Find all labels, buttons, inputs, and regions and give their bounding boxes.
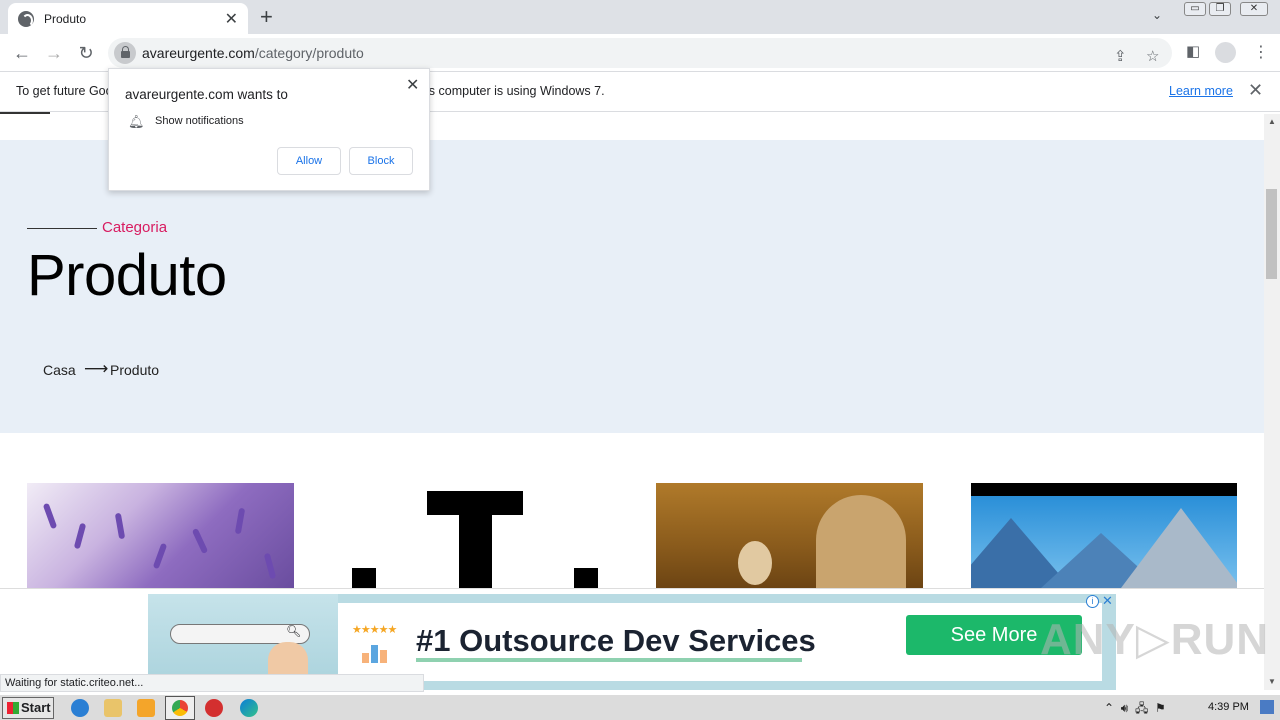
ad-panel: ★★★★★ #1 Outsource Dev Services See More: [338, 603, 1102, 681]
start-label: Start: [21, 700, 51, 715]
ad-info-icon[interactable]: i: [1086, 595, 1099, 608]
kebab-menu-icon[interactable]: ⋮: [1253, 42, 1269, 62]
learn-more-link[interactable]: Learn more: [1169, 84, 1233, 98]
start-button[interactable]: Start: [2, 697, 54, 719]
opera-icon[interactable]: [205, 699, 223, 717]
address-bar[interactable]: avareurgente.com/category/produto ⇪ ☆: [108, 38, 1172, 68]
windows-logo-icon: [7, 702, 19, 714]
minimize-button[interactable]: ▭: [1184, 2, 1206, 16]
url-text[interactable]: avareurgente.com/category/produto: [142, 45, 364, 61]
stars-icon: ★★★★★: [352, 624, 397, 636]
post-thumbnail-lavender[interactable]: [27, 483, 294, 588]
profile-icon[interactable]: [1215, 42, 1236, 63]
globe-icon: [18, 10, 34, 27]
tab-strip: Produto ✕ + ⌄ ▭ ❐ ✕: [0, 0, 1280, 34]
scroll-down-icon[interactable]: ▼: [1268, 677, 1276, 686]
post-thumbnail-statues[interactable]: [656, 483, 923, 588]
block-button[interactable]: Block: [349, 147, 413, 175]
browser-toolbar: ← → ↻ avareurgente.com/category/produto …: [0, 34, 1280, 72]
taskbar-clock[interactable]: 4:39 PM: [1208, 701, 1249, 713]
tab-title: Produto: [44, 11, 87, 26]
post-thumbnail-t-logo[interactable]: [342, 483, 608, 588]
windows-taskbar: Start ⌃ 🔊︎ 🖧 ⚑ 4:39 PM: [0, 694, 1280, 720]
chrome-icon: [172, 700, 188, 716]
category-rule: [27, 228, 97, 229]
taskbar-chrome-active[interactable]: [165, 696, 195, 720]
star-icon[interactable]: ☆: [1146, 47, 1159, 65]
ad-headline-underline: [416, 658, 802, 662]
infobar-close-icon[interactable]: ✕: [1248, 80, 1263, 101]
magnifier-icon: 🔍︎: [286, 624, 302, 638]
prompt-title: avareurgente.com wants to: [125, 87, 288, 102]
scroll-up-icon[interactable]: ▲: [1268, 117, 1276, 126]
url-path: /category/produto: [254, 45, 364, 61]
restore-button[interactable]: ❐: [1209, 2, 1231, 16]
forward-arrow-icon[interactable]: →: [41, 40, 67, 66]
scrollbar-thumb[interactable]: [1266, 189, 1277, 279]
breadcrumb-home-link[interactable]: Casa: [43, 362, 76, 378]
breadcrumb-current: Produto: [110, 362, 160, 378]
edge-icon[interactable]: [240, 699, 258, 717]
system-tray[interactable]: ⌃ 🔊︎ 🖧 ⚑: [1104, 699, 1166, 720]
tab-search-icon[interactable]: ⌄: [1152, 8, 1162, 22]
breadcrumb-arrow-icon: ⟶: [84, 359, 109, 378]
tab-close-icon[interactable]: ✕: [225, 9, 238, 29]
lock-icon[interactable]: [114, 42, 136, 64]
new-tab-icon[interactable]: +: [260, 5, 273, 29]
reload-icon[interactable]: ↻: [73, 40, 99, 66]
ad-close-icon[interactable]: ✕: [1102, 593, 1113, 609]
post-thumbnail-mountains[interactable]: [971, 483, 1237, 588]
bell-icon: 🔔︎: [128, 114, 145, 129]
url-domain: avareurgente.com: [142, 45, 255, 61]
prompt-close-icon[interactable]: ✕: [406, 75, 419, 95]
page-scrollbar[interactable]: ▲ ▼: [1264, 114, 1280, 690]
status-bubble: Waiting for static.criteo.net...: [0, 674, 424, 692]
media-player-icon[interactable]: [137, 699, 155, 717]
file-explorer-icon[interactable]: [104, 699, 122, 717]
tab-produto[interactable]: Produto ✕: [8, 3, 248, 34]
internet-explorer-icon[interactable]: [71, 699, 89, 717]
bar-chart-icon: [362, 645, 388, 663]
allow-button[interactable]: Allow: [277, 147, 341, 175]
show-desktop-icon[interactable]: [1260, 700, 1274, 714]
page-title: Produto: [27, 243, 227, 308]
back-arrow-icon[interactable]: ←: [9, 40, 35, 66]
ad-headline[interactable]: #1 Outsource Dev Services: [416, 623, 816, 659]
side-panel-icon[interactable]: ◧: [1186, 42, 1200, 60]
prompt-permission-text: Show notifications: [155, 115, 244, 127]
share-icon[interactable]: ⇪: [1114, 47, 1127, 65]
notification-permission-prompt: avareurgente.com wants to ✕ 🔔︎ Show noti…: [108, 68, 430, 191]
window-close-button[interactable]: ✕: [1240, 2, 1268, 16]
anyrun-watermark: ANY▷RUN: [1040, 615, 1270, 664]
category-label: Categoria: [102, 219, 168, 236]
